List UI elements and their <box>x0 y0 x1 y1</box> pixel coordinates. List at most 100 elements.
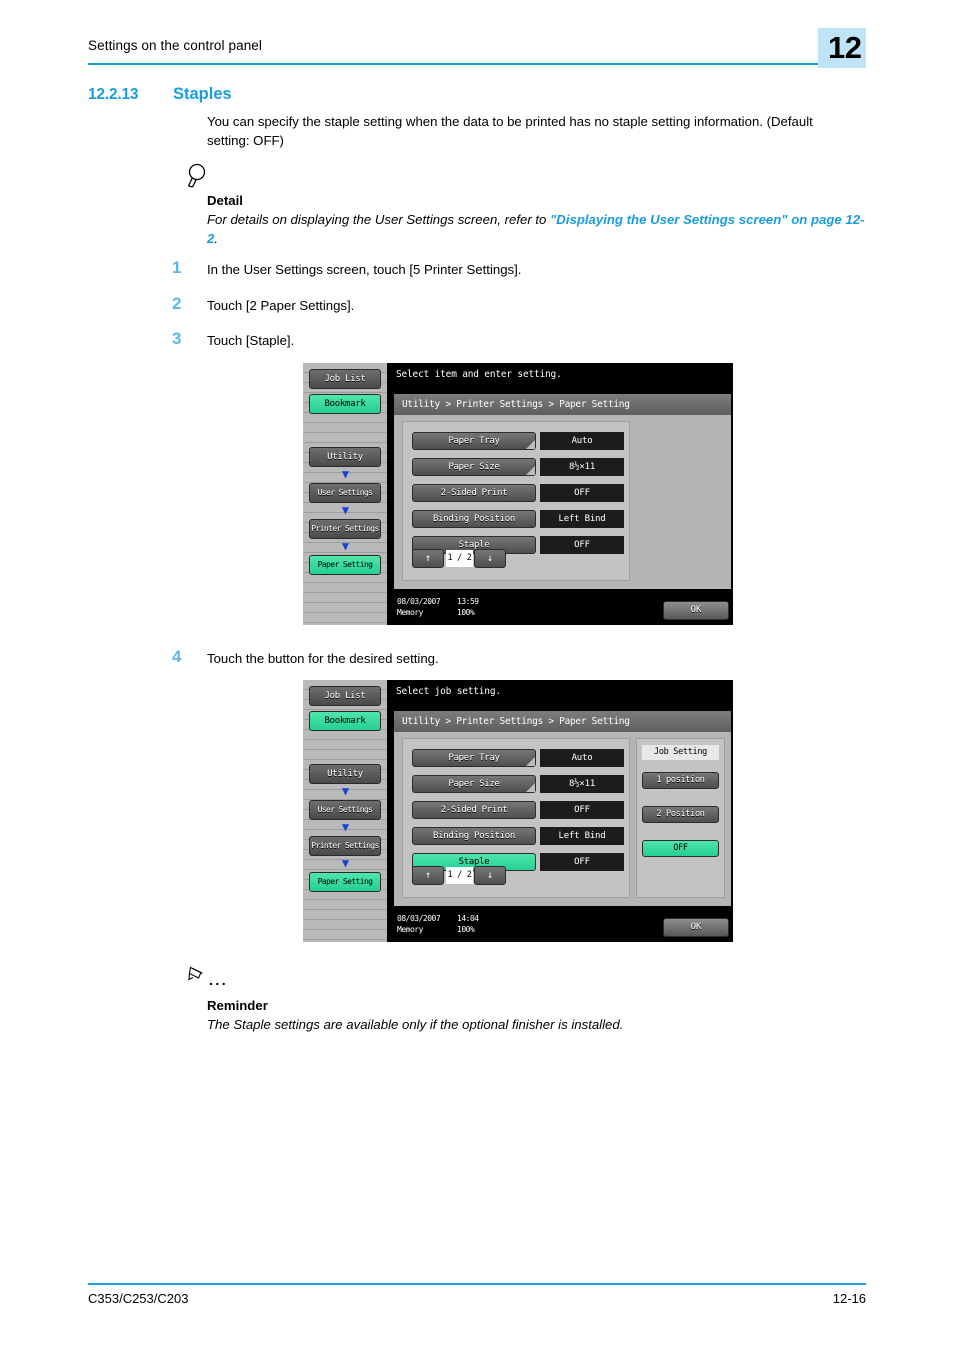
page-title: Staples <box>173 85 232 103</box>
panel2-job-setting-title: Job Setting <box>642 745 719 760</box>
panel1-setting-label-2-sided-print[interactable]: 2-Sided Print <box>412 484 536 502</box>
panel1-sidebar-item-printer-settings[interactable]: Printer Settings <box>309 519 381 539</box>
panel1-pager: ↑ 1 / 2 ↓ <box>412 549 522 568</box>
panel2-main: Select job setting. Utility > Printer Se… <box>389 680 733 942</box>
panel2-status-date: 08/03/2007 <box>397 914 441 923</box>
reminder-dots: ... <box>209 972 229 988</box>
panel2-page-indicator: 1 / 2 <box>446 867 473 884</box>
panel2-setting-label-paper-tray[interactable]: Paper Tray <box>412 749 536 767</box>
step-number-3: 3 <box>172 329 182 348</box>
step-number-1: 1 <box>172 258 182 277</box>
panel2-setting-value-2-sided-print: OFF <box>540 801 624 819</box>
detail-label: Detail <box>207 193 243 208</box>
document-page: Settings on the control panel 12 12.2.13… <box>0 0 954 1350</box>
panel1-arrow-down-icon-2: ▼ <box>341 503 350 517</box>
panel1-arrow-down-icon-1: ▼ <box>341 467 350 481</box>
panel1-page-up-button[interactable]: ↑ <box>412 549 444 568</box>
panel1-sidebar-item-paper-setting[interactable]: Paper Setting <box>309 555 381 575</box>
panel1-status-memory-value: 100% <box>457 608 475 617</box>
panel2-page-up-button[interactable]: ↑ <box>412 866 444 885</box>
panel1-page-down-button[interactable]: ↓ <box>474 549 506 568</box>
chapter-number: 12 <box>828 30 862 65</box>
footer-divider <box>88 1283 866 1285</box>
panel1-ok-button[interactable]: OK <box>663 601 729 620</box>
panel2-setting-row-paper-tray[interactable]: Paper Tray Auto <box>412 749 624 767</box>
panel2-status-time: 14:04 <box>457 914 479 923</box>
panel1-setting-label-paper-tray[interactable]: Paper Tray <box>412 432 536 450</box>
step-text-4: Touch the button for the desired setting… <box>207 651 439 666</box>
panel2-arrow-down-icon-1: ▼ <box>341 784 350 798</box>
panel2-sidebar-item-printer-settings[interactable]: Printer Settings <box>309 836 381 856</box>
panel1-main: Select item and enter setting. Utility >… <box>389 363 733 625</box>
panel1-sidebar: Job List Bookmark Utility ▼ User Setting… <box>303 363 389 625</box>
panel1-status-time: 13:59 <box>457 597 479 606</box>
panel2-setting-label-2-sided-print[interactable]: 2-Sided Print <box>412 801 536 819</box>
panel2-setting-row-binding-position[interactable]: Binding Position Left Bind <box>412 827 624 845</box>
panel2-setting-value-staple: OFF <box>540 853 624 871</box>
panel1-setting-row-2-sided-print[interactable]: 2-Sided Print OFF <box>412 484 624 502</box>
panel2-job-option-1-position[interactable]: 1 position <box>642 772 719 789</box>
panel2-setting-label-binding-position[interactable]: Binding Position <box>412 827 536 845</box>
panel2-sidebar-item-job-list[interactable]: Job List <box>309 686 381 706</box>
panel2-ok-button[interactable]: OK <box>663 918 729 937</box>
panel1-sidebar-item-utility[interactable]: Utility <box>309 447 381 467</box>
panel1-setting-row-binding-position[interactable]: Binding Position Left Bind <box>412 510 624 528</box>
section-number: 12.2.13 <box>88 86 139 103</box>
panel1-setting-value-paper-size: 8½×11 <box>540 458 624 476</box>
step-text-2: Touch [2 Paper Settings]. <box>207 298 355 313</box>
header-title: Settings on the control panel <box>88 38 263 53</box>
panel1-page-indicator: 1 / 2 <box>446 550 473 567</box>
panel2-sidebar-item-user-settings[interactable]: User Settings <box>309 800 381 820</box>
panel1-sidebar-item-user-settings[interactable]: User Settings <box>309 483 381 503</box>
panel1-setting-row-paper-tray[interactable]: Paper Tray Auto <box>412 432 624 450</box>
panel2-arrow-down-icon-2: ▼ <box>341 820 350 834</box>
panel1-setting-value-2-sided-print: OFF <box>540 484 624 502</box>
magnifier-icon <box>186 163 212 189</box>
reminder-label: Reminder <box>207 998 268 1013</box>
panel1-setting-label-paper-size[interactable]: Paper Size <box>412 458 536 476</box>
panel1-setting-value-paper-tray: Auto <box>540 432 624 450</box>
panel2-message: Select job setting. <box>396 686 501 697</box>
step-text-1: In the User Settings screen, touch [5 Pr… <box>207 262 522 277</box>
panel1-breadcrumb: Utility > Printer Settings > Paper Setti… <box>394 394 731 415</box>
panel2-setting-value-paper-tray: Auto <box>540 749 624 767</box>
panel2-sidebar-item-paper-setting[interactable]: Paper Setting <box>309 872 381 892</box>
panel2-setting-label-paper-size[interactable]: Paper Size <box>412 775 536 793</box>
panel2-body: Utility > Printer Settings > Paper Setti… <box>394 711 731 906</box>
panel1-setting-value-binding-position: Left Bind <box>540 510 624 528</box>
panel1-sidebar-item-bookmark[interactable]: Bookmark <box>309 394 381 414</box>
pencil-icon <box>188 966 210 986</box>
panel2-job-option-2-position[interactable]: 2 Position <box>642 806 719 823</box>
panel1-body: Utility > Printer Settings > Paper Setti… <box>394 394 731 589</box>
control-panel-screenshot-1: Job List Bookmark Utility ▼ User Setting… <box>303 363 733 625</box>
panel1-settings-area: Paper Tray Auto Paper Size 8½×11 2-Sided… <box>402 421 630 581</box>
panel2-breadcrumb: Utility > Printer Settings > Paper Setti… <box>394 711 731 732</box>
panel1-setting-value-staple: OFF <box>540 536 624 554</box>
panel2-setting-row-paper-size[interactable]: Paper Size 8½×11 <box>412 775 624 793</box>
detail-text-before: For details on displaying the User Setti… <box>207 212 551 227</box>
footer-model: C353/C253/C203 <box>88 1291 189 1306</box>
step-text-3: Touch [Staple]. <box>207 333 295 348</box>
detail-text-after: . <box>214 230 219 246</box>
panel1-sidebar-item-job-list[interactable]: Job List <box>309 369 381 389</box>
panel2-sidebar: Job List Bookmark Utility ▼ User Setting… <box>303 680 389 942</box>
panel2-sidebar-item-bookmark[interactable]: Bookmark <box>309 711 381 731</box>
panel2-settings-area: Paper Tray Auto Paper Size 8½×11 2-Sided… <box>402 738 630 898</box>
step-number-2: 2 <box>172 294 182 313</box>
panel2-setting-value-paper-size: 8½×11 <box>540 775 624 793</box>
header-divider <box>88 63 848 65</box>
page-header: Settings on the control panel <box>88 38 866 72</box>
panel1-setting-row-paper-size[interactable]: Paper Size 8½×11 <box>412 458 624 476</box>
panel2-page-down-button[interactable]: ↓ <box>474 866 506 885</box>
reminder-text: The Staple settings are available only i… <box>207 1017 624 1032</box>
panel2-job-option-off[interactable]: OFF <box>642 840 719 857</box>
panel2-status-memory-label: Memory <box>397 925 423 934</box>
detail-text: For details on displaying the User Setti… <box>207 211 867 248</box>
panel1-status-memory-label: Memory <box>397 608 423 617</box>
panel2-job-setting-area: Job Setting 1 position 2 Position OFF <box>636 738 725 898</box>
panel2-status-memory-value: 100% <box>457 925 475 934</box>
panel2-setting-row-2-sided-print[interactable]: 2-Sided Print OFF <box>412 801 624 819</box>
panel2-arrow-down-icon-3: ▼ <box>341 856 350 870</box>
panel1-setting-label-binding-position[interactable]: Binding Position <box>412 510 536 528</box>
panel2-sidebar-item-utility[interactable]: Utility <box>309 764 381 784</box>
